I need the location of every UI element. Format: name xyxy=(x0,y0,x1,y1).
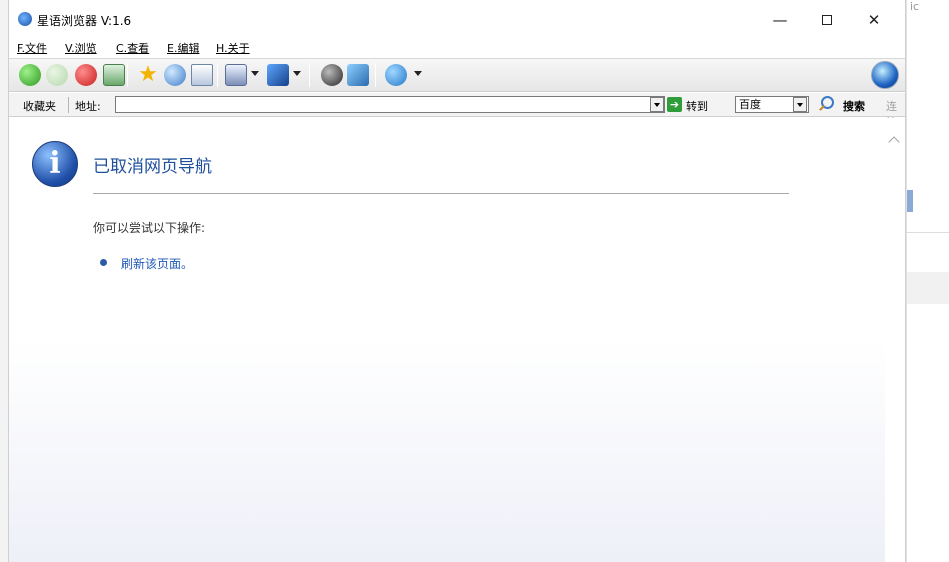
refresh-icon[interactable] xyxy=(103,64,125,86)
copy-icon[interactable] xyxy=(191,64,213,86)
back-icon[interactable] xyxy=(19,64,41,86)
bullet-icon xyxy=(100,259,107,266)
address-input[interactable] xyxy=(115,96,665,113)
search-engine-dropdown-button[interactable] xyxy=(793,97,807,112)
address-bar: 收藏夹 地址: ➔ 转到 百度 搜索 连接 xyxy=(9,93,905,129)
title-bar[interactable]: 星语浏览器 V:1.6 — ✕ xyxy=(9,0,905,38)
browser-globe-logo-icon xyxy=(871,61,899,89)
maximize-button[interactable] xyxy=(804,8,850,32)
tools-icon[interactable] xyxy=(347,64,369,86)
menu-bar: F.文件 V.浏览 C.查看 E.编辑 H.关于 xyxy=(9,38,905,58)
toolbar-separator xyxy=(217,63,218,87)
page-heading: 已取消网页导航 xyxy=(93,157,212,177)
print-dropdown-icon[interactable] xyxy=(251,71,259,76)
background-window-highlight xyxy=(907,190,913,212)
goto-arrow-icon[interactable]: ➔ xyxy=(667,97,682,112)
search-icon[interactable] xyxy=(821,96,834,109)
background-window-text: ic xyxy=(910,0,920,13)
favorites-label[interactable]: 收藏夹 xyxy=(23,98,56,114)
sync-icon[interactable] xyxy=(385,64,407,86)
address-separator xyxy=(68,97,69,113)
toolbar-separator xyxy=(375,63,376,87)
browser-window: 星语浏览器 V:1.6 — ✕ F.文件 V.浏览 C.查看 E.编辑 H.关于… xyxy=(8,0,906,562)
toolbar: ★ xyxy=(9,58,905,92)
toolbar-separator xyxy=(309,63,310,87)
suggestion-intro: 你可以尝试以下操作: xyxy=(93,221,206,235)
edit-dropdown-icon[interactable] xyxy=(293,71,301,76)
forward-icon[interactable] xyxy=(46,64,68,86)
print-icon[interactable] xyxy=(225,64,247,86)
sync-dropdown-icon[interactable] xyxy=(414,71,422,76)
search-button[interactable]: 搜索 xyxy=(843,98,865,114)
address-dropdown-button[interactable] xyxy=(650,97,664,112)
stop-icon[interactable] xyxy=(75,64,97,86)
menu-view[interactable]: C.查看 xyxy=(116,40,149,56)
address-label: 地址: xyxy=(75,100,101,113)
menu-browse[interactable]: V.浏览 xyxy=(65,40,97,56)
menu-about[interactable]: H.关于 xyxy=(216,40,250,56)
home-icon[interactable] xyxy=(164,64,186,86)
vertical-scrollbar[interactable] xyxy=(885,118,905,562)
background-panel xyxy=(907,272,949,304)
desktop-background-right: ic xyxy=(906,0,949,562)
refresh-page-link[interactable]: 刷新该页面。 xyxy=(121,255,193,272)
menu-file[interactable]: F.文件 xyxy=(17,40,47,56)
close-button[interactable]: ✕ xyxy=(851,8,897,32)
history-icon[interactable] xyxy=(321,64,343,86)
background-divider xyxy=(907,232,949,233)
heading-divider xyxy=(93,193,789,194)
menu-edit[interactable]: E.编辑 xyxy=(167,40,199,56)
minimize-button[interactable]: — xyxy=(757,8,803,32)
scroll-up-icon[interactable] xyxy=(888,136,900,148)
toolbar-separator xyxy=(127,63,128,87)
window-title: 星语浏览器 V:1.6 xyxy=(37,14,132,28)
info-icon: i xyxy=(32,141,78,187)
edit-icon[interactable] xyxy=(267,64,289,86)
browser-logo-icon xyxy=(18,12,32,26)
page-content: i 已取消网页导航 你可以尝试以下操作: 刷新该页面。 xyxy=(9,118,885,562)
desktop-background-left xyxy=(0,0,8,562)
favorites-star-icon[interactable]: ★ xyxy=(137,64,159,86)
goto-button[interactable]: 转到 xyxy=(686,98,708,114)
maximize-icon xyxy=(822,15,832,25)
